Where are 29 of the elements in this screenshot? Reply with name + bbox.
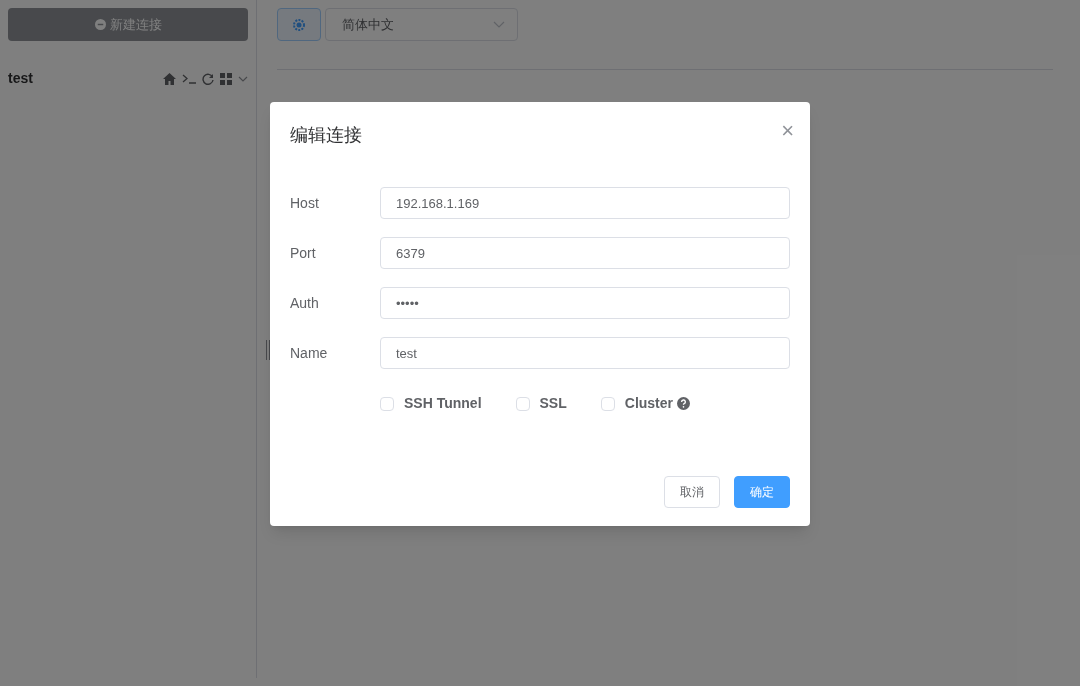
checkbox[interactable] [380, 396, 394, 411]
input-field[interactable]: 6379 [380, 237, 790, 269]
input-field[interactable]: test [380, 337, 790, 369]
settings-icon [293, 18, 305, 31]
input-field[interactable]: 192.168.1.169 [380, 187, 790, 219]
checkbox-label[interactable]: SSH Tunnel [404, 393, 482, 414]
field-label: Host [290, 193, 320, 213]
connection-name[interactable]: test [8, 68, 33, 89]
field-label: Auth [290, 293, 320, 313]
close-button[interactable]: × [781, 120, 794, 142]
checkbox-label[interactable]: Cluster [624, 393, 673, 414]
cancel-button[interactable]: 取消 [664, 476, 720, 508]
help-icon[interactable] [677, 397, 690, 410]
checkbox[interactable] [515, 396, 530, 411]
checkbox-label[interactable]: SSL [539, 393, 567, 414]
settings-button[interactable] [277, 8, 321, 41]
field-label: Port [290, 243, 317, 263]
home-icon[interactable] [163, 72, 176, 85]
language-select[interactable]: 简体中文 [325, 8, 518, 41]
chevron-down-icon [493, 21, 505, 28]
input-field[interactable]: ••••• [380, 287, 790, 319]
grid-icon[interactable] [220, 72, 232, 85]
chevron-icon[interactable] [238, 75, 248, 82]
dialog-title: 编辑连接 [290, 124, 362, 147]
field-label: Name [290, 343, 329, 363]
checkbox[interactable] [600, 396, 615, 411]
refresh-icon[interactable] [202, 72, 214, 85]
minus-circle-icon [94, 19, 106, 30]
terminal-icon[interactable] [182, 73, 196, 84]
